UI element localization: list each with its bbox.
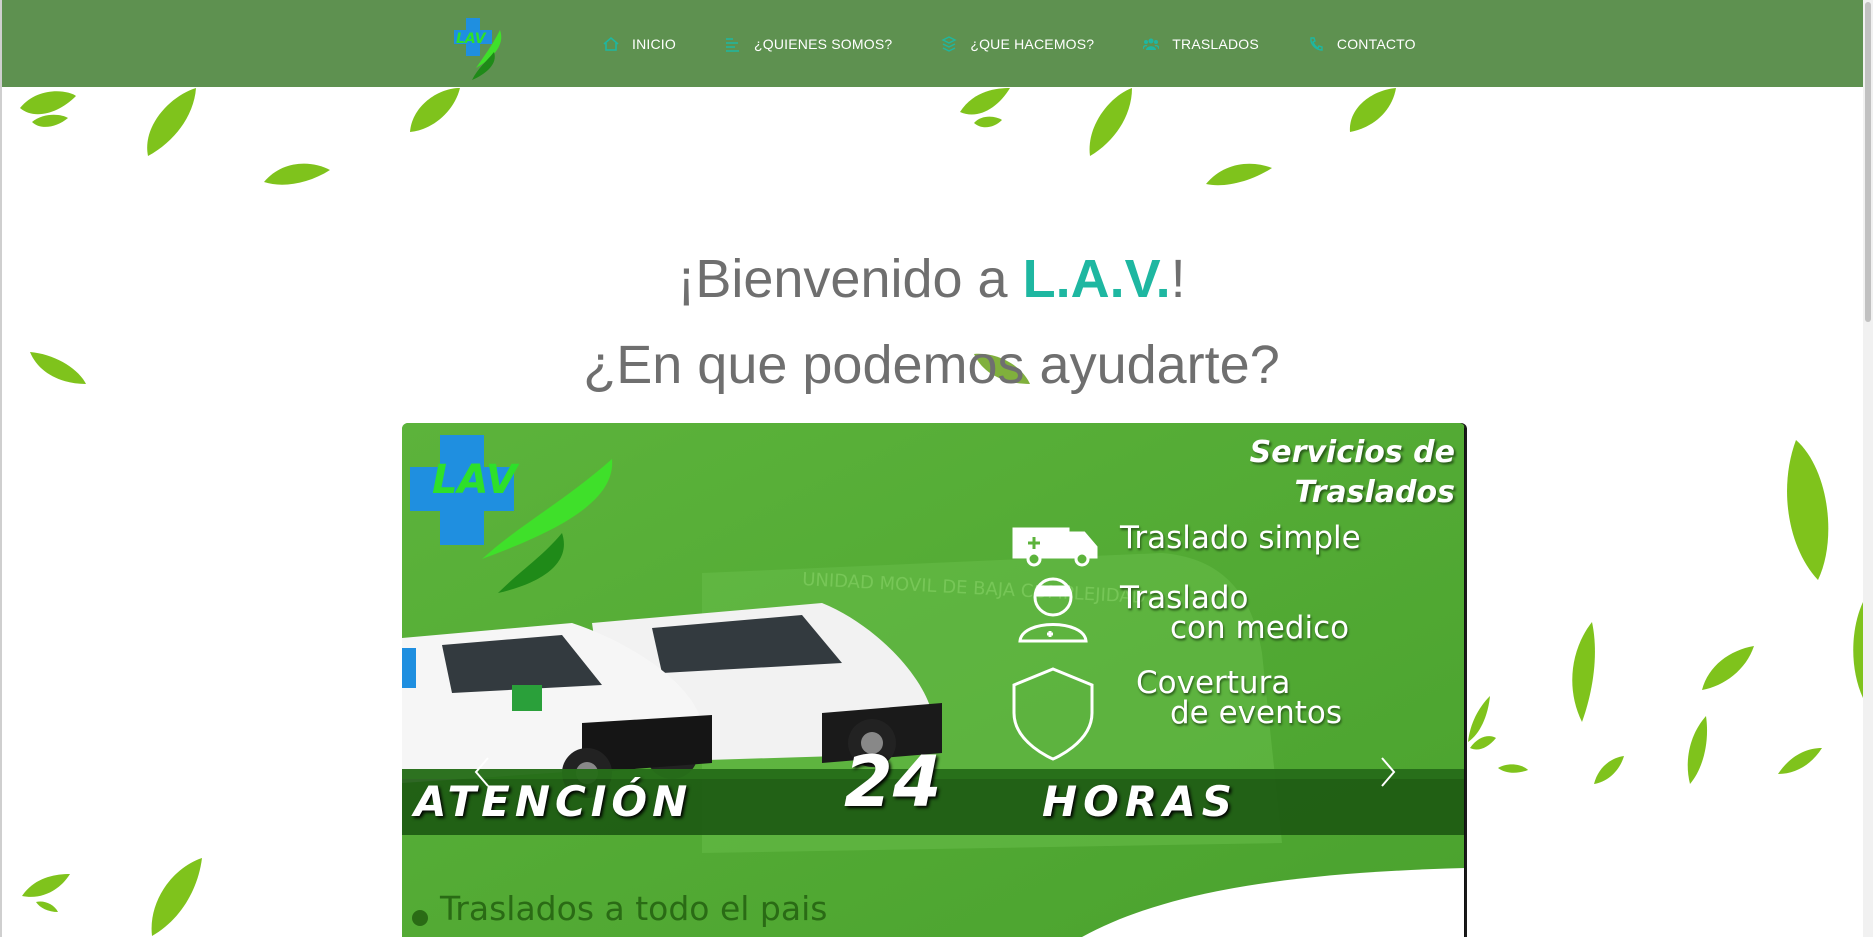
service-label: de eventos	[1170, 695, 1343, 731]
slide-bottom-text: Traslados a todo el pais	[440, 889, 828, 928]
home-icon	[602, 36, 620, 52]
leaf-decoration-icon	[1787, 440, 1829, 580]
leaf-decoration-icon	[1594, 756, 1624, 784]
scrollbar-thumb[interactable]	[1865, 2, 1871, 322]
services-title-line1: Servicios de	[1249, 435, 1455, 470]
nav-item-quienes-somos[interactable]: ¿QUIENES SOMOS?	[724, 36, 892, 52]
nav-item-contacto[interactable]: CONTACTO	[1307, 36, 1416, 52]
leaf-decoration-icon	[151, 858, 202, 936]
chevron-right-icon	[1381, 757, 1396, 787]
svg-text:LAV: LAV	[456, 31, 487, 47]
nav-label: ¿QUIENES SOMOS?	[753, 35, 893, 52]
banner-atencion: ATENCIÓN	[414, 777, 693, 826]
leaf-decoration-icon	[147, 88, 196, 156]
nav-label: ¿QUE HACEMOS?	[970, 35, 1095, 52]
leaf-decoration-icon	[1778, 748, 1822, 774]
leaf-decoration-icon	[1349, 88, 1396, 132]
leaf-decoration-icon	[410, 88, 460, 132]
service-label: Traslado simple	[1120, 520, 1361, 556]
leaf-decoration-icon	[1089, 88, 1132, 156]
welcome-prefix: ¡Bienvenido a	[677, 249, 1023, 309]
nav-label: TRASLADOS	[1172, 35, 1259, 52]
users-icon	[1142, 36, 1160, 52]
leaf-decoration-icon	[264, 163, 330, 185]
slide-logo-text: LAV	[432, 457, 520, 503]
welcome-heading: ¡Bienvenido a L.A.V.!	[0, 244, 1863, 314]
welcome-brand: L.A.V.	[1022, 249, 1171, 309]
logo-cross-leaf-icon: LAV	[454, 18, 502, 80]
leaf-decoration-icon	[974, 116, 1002, 128]
leaf-decoration-icon	[1687, 716, 1708, 784]
banner-horas: HORAS	[1042, 777, 1238, 826]
welcome-suffix: !	[1170, 249, 1186, 309]
nav-label: CONTACTO	[1336, 35, 1416, 52]
leaf-decoration-icon	[1572, 622, 1595, 722]
carousel-prev-button[interactable]	[468, 752, 498, 792]
service-item: Traslado con medico	[1120, 580, 1350, 646]
phone-icon	[1307, 36, 1325, 52]
service-label: con medico	[1170, 610, 1350, 646]
leaf-decoration-icon	[1702, 646, 1754, 690]
services-title-line2: Traslados	[1294, 475, 1455, 510]
service-item: Covertura de eventos	[1136, 665, 1343, 731]
leaf-decoration-icon	[32, 114, 68, 127]
leaf-decoration-icon	[1206, 163, 1272, 186]
hero-carousel[interactable]: UNIDAD MOVIL DE BAJA COMPLEJIDAD LAV Ser…	[402, 423, 1465, 937]
list-icon	[724, 36, 742, 52]
top-navbar: LAV INICIO ¿QUIENES SOMOS? ¿QUE HACEMOS?	[2, 0, 1863, 87]
layers-icon	[940, 35, 958, 52]
nav-item-traslados[interactable]: TRASLADOS	[1142, 36, 1259, 52]
service-label: Covertura	[1136, 665, 1291, 701]
nav-item-inicio[interactable]: INICIO	[602, 36, 676, 52]
nav-menu: INICIO ¿QUIENES SOMOS? ¿QUE HACEMOS? TRA…	[602, 0, 1464, 87]
help-question-heading: ¿En que podemos ayudarte?	[583, 335, 1280, 395]
carousel-next-button[interactable]	[1372, 752, 1402, 792]
page-border	[0, 0, 2, 937]
leaf-decoration-icon	[1498, 764, 1528, 773]
banner-24: 24	[844, 741, 942, 823]
service-item: Traslado simple	[1120, 520, 1361, 556]
page-scrollbar[interactable]	[1863, 0, 1873, 937]
brand-logo[interactable]: LAV	[450, 16, 510, 82]
chevron-left-icon	[474, 757, 489, 787]
bullet-dot	[412, 910, 428, 926]
nav-item-que-hacemos[interactable]: ¿QUE HACEMOS?	[940, 36, 1094, 52]
leaf-decoration-icon	[36, 901, 58, 912]
leaf-decoration-icon	[1853, 602, 1863, 698]
services-title: Servicios de Traslados	[1250, 433, 1455, 513]
leaf-decoration-icon	[1470, 736, 1496, 750]
service-label: Traslado	[1120, 580, 1249, 616]
nav-label: INICIO	[632, 35, 676, 52]
